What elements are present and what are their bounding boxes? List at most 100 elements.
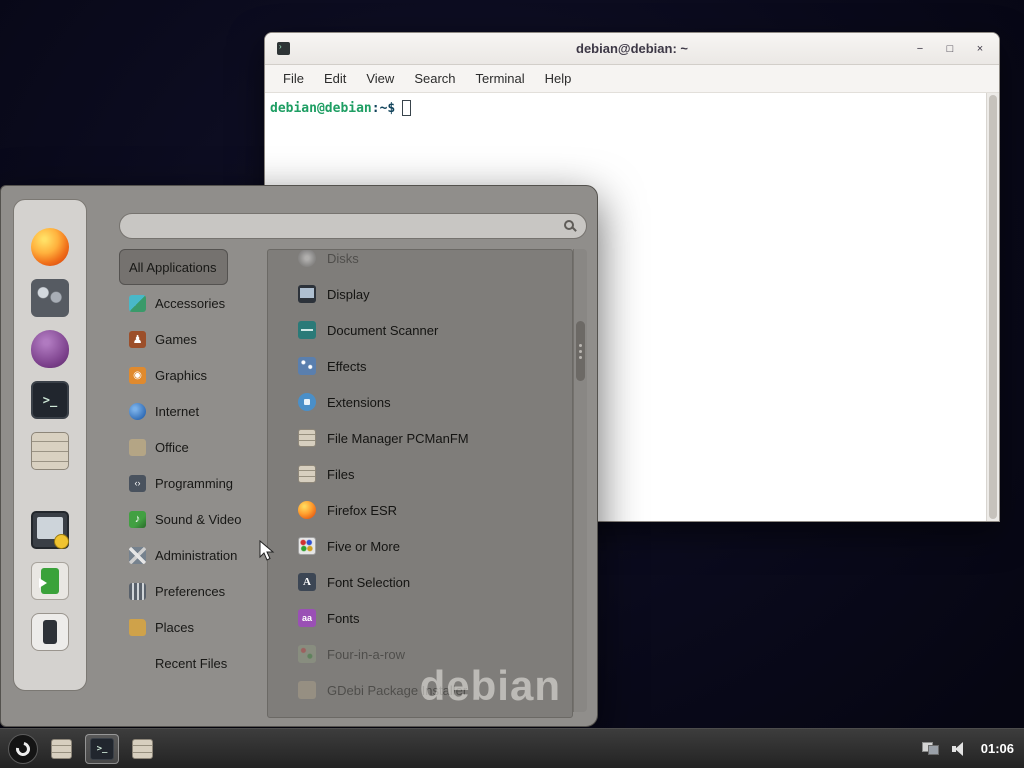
terminal-icon: [90, 738, 114, 760]
desktop: debian@debian: ~ − □ × File Edit View Se…: [0, 0, 1024, 768]
prompt-path: :~$: [372, 101, 395, 116]
app-gdebi[interactable]: GDebi Package Installer: [268, 672, 572, 708]
five-or-more-icon: [298, 537, 316, 555]
app-effects[interactable]: Effects: [268, 348, 572, 384]
app-document-scanner[interactable]: Document Scanner: [268, 312, 572, 348]
firefox-icon: [298, 501, 316, 519]
favorite-firefox-icon[interactable]: [31, 228, 69, 266]
category-internet[interactable]: Internet: [119, 393, 211, 429]
app-label: Document Scanner: [327, 323, 438, 338]
category-preferences[interactable]: Preferences: [119, 573, 237, 609]
app-label: Four-in-a-row: [327, 647, 405, 662]
terminal-menubar: File Edit View Search Terminal Help: [265, 65, 999, 93]
close-button[interactable]: ×: [973, 43, 987, 55]
category-label: Internet: [155, 404, 199, 419]
app-label: Effects: [327, 359, 367, 374]
clock[interactable]: 01:06: [981, 741, 1014, 756]
gdebi-icon: [298, 681, 316, 699]
category-label: Recent Files: [155, 656, 227, 671]
app-fonts[interactable]: Fonts: [268, 600, 572, 636]
terminal-app-icon: [277, 42, 290, 55]
favorite-screensaver-icon[interactable]: [31, 511, 69, 549]
app-extensions[interactable]: Extensions: [268, 384, 572, 420]
menu-search[interactable]: Search: [404, 67, 465, 90]
terminal-scrollbar-thumb[interactable]: [989, 95, 997, 519]
app-files[interactable]: Files: [268, 456, 572, 492]
administration-icon: [129, 547, 146, 564]
category-places[interactable]: Places: [119, 609, 206, 645]
app-label: Extensions: [327, 395, 391, 410]
games-icon: [129, 331, 146, 348]
app-four-in-a-row[interactable]: Four-in-a-row: [268, 636, 572, 672]
application-menu: All Applications Accessories Games Graph…: [0, 185, 598, 727]
category-label: Accessories: [155, 296, 225, 311]
app-five-or-more[interactable]: Five or More: [268, 528, 572, 564]
favorite-terminal-icon[interactable]: [31, 381, 69, 419]
taskbar: 01:06: [0, 728, 1024, 768]
taskbar-menu-button[interactable]: [8, 734, 38, 764]
category-graphics[interactable]: Graphics: [119, 357, 219, 393]
minimize-button[interactable]: −: [913, 43, 927, 55]
favorite-mascot-icon[interactable]: [31, 330, 69, 368]
app-label: Disks: [327, 251, 359, 266]
extensions-icon: [298, 393, 316, 411]
pcmanfm-icon: [298, 429, 316, 447]
volume-icon[interactable]: [952, 742, 968, 756]
favorite-logout-icon[interactable]: [31, 562, 69, 600]
menu-search-box[interactable]: [119, 213, 587, 239]
category-label: Places: [155, 620, 194, 635]
prompt-user-host: debian@debian: [270, 101, 372, 116]
sound-video-icon: [129, 511, 146, 528]
scanner-icon: [298, 321, 316, 339]
category-label: Graphics: [155, 368, 207, 383]
category-label: Preferences: [155, 584, 225, 599]
favorites-panel: [13, 199, 87, 691]
category-label: Sound & Video: [155, 512, 242, 527]
programming-icon: [129, 475, 146, 492]
category-administration[interactable]: Administration: [119, 537, 249, 573]
terminal-titlebar[interactable]: debian@debian: ~ − □ ×: [265, 33, 999, 65]
category-recent-files[interactable]: Recent Files: [119, 645, 239, 681]
category-office[interactable]: Office: [119, 429, 201, 465]
category-programming[interactable]: Programming: [119, 465, 245, 501]
preferences-icon: [129, 583, 146, 600]
network-icon[interactable]: [922, 742, 939, 755]
app-disks[interactable]: Disks: [268, 249, 572, 276]
effects-icon: [298, 357, 316, 375]
favorite-file-manager-icon[interactable]: [31, 432, 69, 470]
menu-terminal[interactable]: Terminal: [466, 67, 535, 90]
category-label: Office: [155, 440, 189, 455]
taskbar-files-button[interactable]: [132, 739, 153, 759]
menu-view[interactable]: View: [356, 67, 404, 90]
menu-edit[interactable]: Edit: [314, 67, 356, 90]
app-label: Fonts: [327, 611, 360, 626]
menu-help[interactable]: Help: [535, 67, 582, 90]
menu-scrollbar[interactable]: [573, 249, 587, 712]
terminal-cursor: [402, 100, 411, 116]
taskbar-file-manager-button[interactable]: [51, 739, 72, 759]
graphics-icon: [129, 367, 146, 384]
maximize-button[interactable]: □: [943, 43, 957, 55]
category-accessories[interactable]: Accessories: [119, 285, 237, 321]
menu-file[interactable]: File: [273, 67, 314, 90]
app-display[interactable]: Display: [268, 276, 572, 312]
category-label: Games: [155, 332, 197, 347]
app-font-selection[interactable]: Font Selection: [268, 564, 572, 600]
favorite-shutdown-icon[interactable]: [31, 613, 69, 651]
taskbar-terminal-button[interactable]: [85, 734, 119, 764]
system-tray: 01:06: [922, 741, 1014, 756]
fonts-icon: [298, 609, 316, 627]
app-pcmanfm[interactable]: File Manager PCManFM: [268, 420, 572, 456]
app-firefox-esr[interactable]: Firefox ESR: [268, 492, 572, 528]
menu-scrollbar-thumb[interactable]: [576, 321, 585, 381]
internet-icon: [129, 403, 146, 420]
category-sound-video[interactable]: Sound & Video: [119, 501, 254, 537]
category-all-applications[interactable]: All Applications: [119, 249, 228, 285]
window-title: debian@debian: ~: [265, 41, 999, 56]
application-list: Disks Display Document Scanner Effects E…: [267, 249, 573, 718]
display-icon: [298, 285, 316, 303]
favorite-users-icon[interactable]: [31, 279, 69, 317]
menu-search-input[interactable]: [130, 219, 556, 234]
category-games[interactable]: Games: [119, 321, 209, 357]
terminal-scrollbar[interactable]: [986, 93, 999, 521]
